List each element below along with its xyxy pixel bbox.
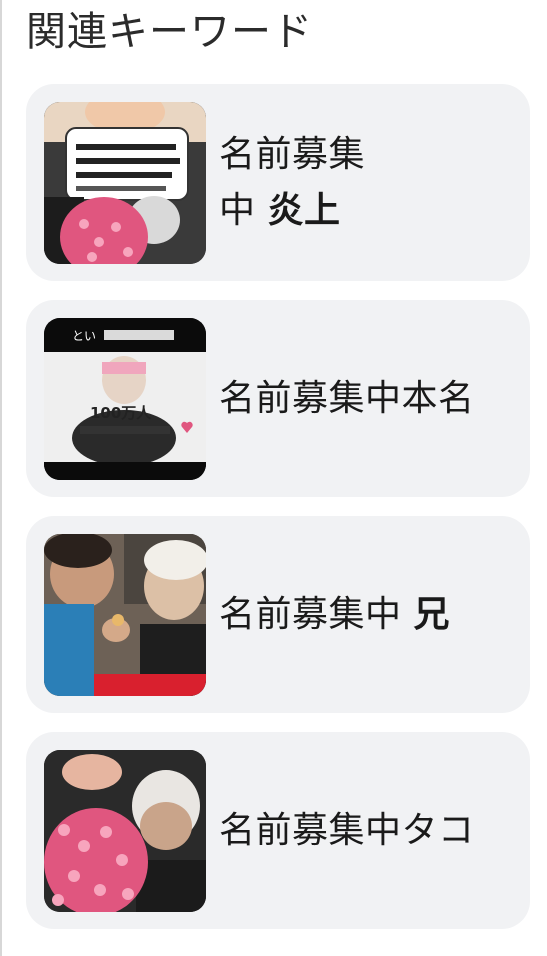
- section-title: 関連キーワード: [26, 9, 313, 55]
- keyword-label-plain: 中: [219, 189, 268, 231]
- keyword-label-plain: 名前募集中本名: [219, 377, 475, 419]
- thumbnail-image-interview: とい 100万人: [44, 318, 206, 480]
- keyword-card-honmyou[interactable]: とい 100万人 名前募集中本名: [26, 300, 530, 497]
- keyword-label-strong: 炎上: [267, 189, 341, 231]
- related-keywords-page: 関連キーワード 名前募集 中 炎上 とい 100万人 名前募集中本名 名前募集中…: [0, 0, 547, 956]
- thumbnail-caption: とい: [72, 329, 96, 343]
- keyword-card-enjou[interactable]: 名前募集 中 炎上: [26, 84, 530, 281]
- keyword-label-text: 名前募集中本名: [219, 371, 475, 427]
- keyword-label-text: 名前募集中タコ: [219, 803, 475, 859]
- thumbnail-image-octopus: [44, 750, 206, 912]
- keyword-label-plain: 名前募集中: [219, 593, 414, 635]
- keyword-label-text: 名前募集中 兄: [219, 587, 450, 643]
- keyword-thumbnail: [44, 750, 206, 912]
- thumbnail-count: 100万人: [90, 404, 152, 422]
- keyword-label-line1: 名前募集: [219, 133, 366, 175]
- keyword-card-tako[interactable]: 名前募集中タコ: [26, 732, 530, 929]
- keyword-card-ani[interactable]: 名前募集中 兄: [26, 516, 530, 713]
- keyword-thumbnail: [44, 534, 206, 696]
- keyword-thumbnail: とい 100万人: [44, 318, 206, 480]
- keyword-thumbnail: [44, 102, 206, 264]
- thumbnail-image-octopus-sign: [44, 102, 206, 264]
- keyword-label-plain: 名前募集中タコ: [219, 809, 475, 851]
- keyword-label: 名前募集中本名: [219, 300, 516, 497]
- keyword-list: 名前募集 中 炎上 とい 100万人 名前募集中本名 名前募集中 兄 名前募集中…: [26, 84, 530, 948]
- keyword-label: 名前募集中 兄: [219, 516, 516, 713]
- keyword-label: 名前募集 中 炎上: [219, 84, 516, 281]
- keyword-label-strong: 兄: [413, 593, 450, 635]
- thumbnail-image-two-people: [44, 534, 206, 696]
- keyword-label-line2: 中 炎上: [219, 183, 365, 239]
- keyword-label: 名前募集中タコ: [219, 732, 516, 929]
